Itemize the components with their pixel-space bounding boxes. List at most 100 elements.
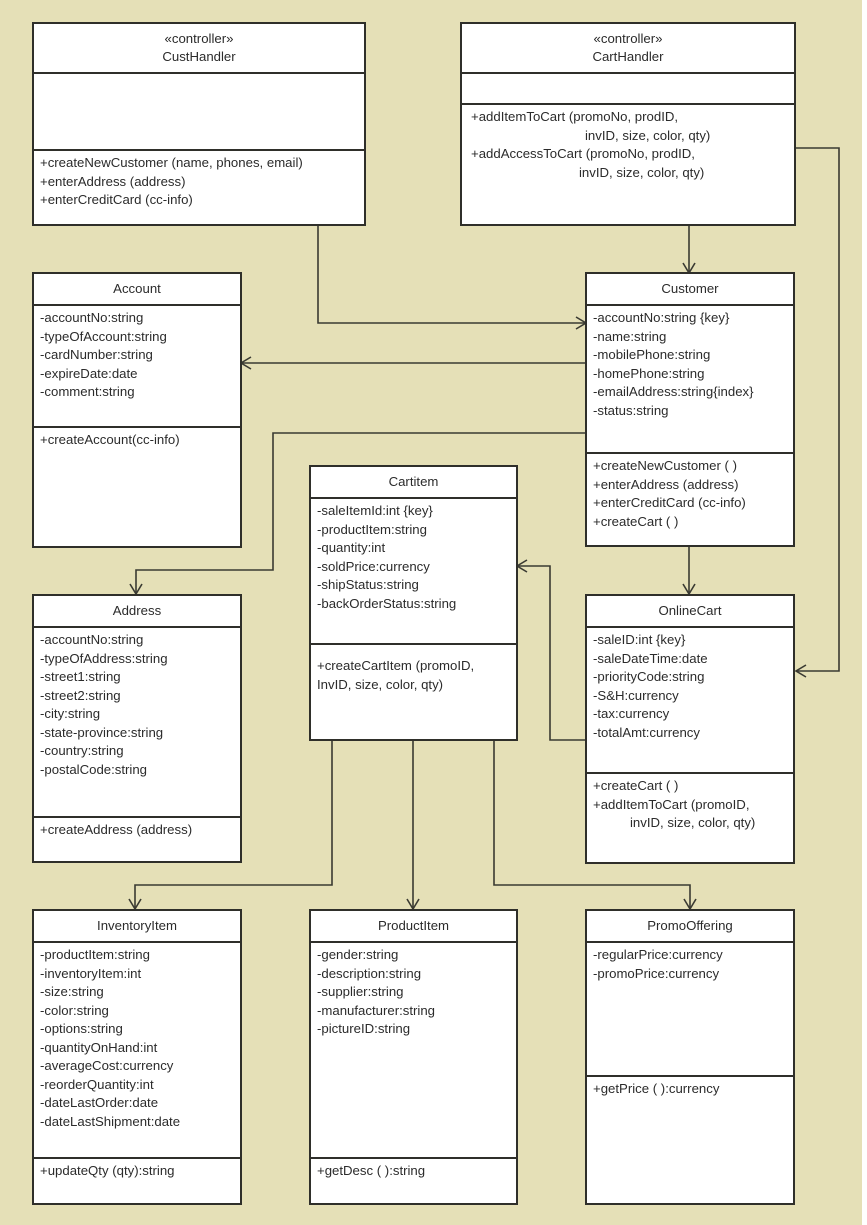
attribute: -status:string [593,402,669,418]
attribute: -soldPrice:currency [317,558,430,574]
class-operations: +addItemToCart (promoNo, prodID, invID, … [462,105,794,185]
class-operations: +getPrice ( ):currency [587,1077,793,1102]
attribute: -description:string [317,965,422,981]
class-operations: +updateQty (qty):string [34,1159,240,1184]
attribute: -expireDate:date [40,365,138,381]
class-header: «controller» CustHandler [34,24,364,74]
class-name: Account [113,280,161,296]
class-name: Cartitem [388,473,439,489]
class-attributes: -saleID:int {key} -saleDateTime:date -pr… [587,628,793,774]
class-stereotype: «controller» [164,30,234,46]
operation: +createCart ( ) [593,513,679,529]
class-operations: +createAddress (address) [34,818,240,843]
attribute: -backOrderStatus:string [317,595,457,611]
class-name: OnlineCart [658,602,722,618]
operation: +updateQty (qty):string [40,1163,175,1178]
attribute: -priorityCode:string [593,669,705,684]
attribute: -averageCost:currency [40,1058,174,1073]
attribute: -pictureID:string [317,1021,411,1036]
operation: +addItemToCart (promoID, [593,796,750,812]
attribute: -accountNo:string [40,632,144,647]
class-header: InventoryItem [34,911,240,943]
class-header: OnlineCart [587,596,793,628]
attribute: -promoPrice:currency [593,965,720,981]
class-address[interactable]: Address -accountNo:string -typeOfAddress… [32,594,242,863]
attribute: -emailAddress:string{index} [593,384,754,399]
attribute: -country:string [40,743,124,758]
class-custhandler[interactable]: «controller» CustHandler +createNewCusto… [32,22,366,226]
attribute: -accountNo:string [40,310,144,325]
class-header: Cartitem [311,467,516,499]
class-header: Account [34,274,240,306]
operation: +createNewCustomer ( ) [593,458,738,473]
attribute: -saleItemId:int {key} [317,503,433,518]
class-operations: +createAccount(cc-info) [34,428,240,453]
attribute: -totalAmt:currency [593,724,700,740]
class-operations: +createCart ( ) +addItemToCart (promoID,… [587,774,793,836]
attribute: -supplier:string [317,984,404,999]
class-account[interactable]: Account -accountNo:string -typeOfAccount… [32,272,242,548]
attribute: -typeOfAccount:string [40,328,167,344]
class-name: CustHandler [162,49,236,64]
operation: +createAddress (address) [40,822,193,837]
class-promooffering[interactable]: PromoOffering -regularPrice:currency -pr… [585,909,795,1205]
class-attributes: -accountNo:string {key} -name:string -mo… [587,306,793,454]
class-attributes: -gender:string -description:string -supp… [311,943,516,1159]
class-name: ProductItem [377,917,450,933]
class-name: Customer [661,280,719,296]
attribute: -color:string [40,1002,109,1018]
class-name: InventoryItem [97,917,177,933]
attribute: -saleID:int {key} [593,632,686,647]
attribute: -name:string [593,328,667,344]
class-header: «controller» CartHandler [462,24,794,74]
class-attributes: -productItem:string -inventoryItem:int -… [34,943,240,1159]
attribute: -regularPrice:currency [593,947,723,962]
operation-continuation: InvID, size, color, qty) [317,676,444,692]
class-attributes: -saleItemId:int {key} -productItem:strin… [311,499,516,645]
operation: +getPrice ( ):currency [593,1081,720,1096]
attribute: -state-province:string [40,724,164,740]
attribute: -street1:string [40,669,121,684]
attribute: -shipStatus:string [317,577,419,592]
operation: +createNewCustomer (name, phones, email) [40,155,303,170]
class-stereotype: «controller» [593,30,663,46]
operation: +enterCreditCard (cc-info) [593,495,746,510]
operation-continuation: invID, size, color, qty) [579,164,705,180]
attribute: -options:string [40,1021,123,1036]
class-cartitem[interactable]: Cartitem -saleItemId:int {key} -productI… [309,465,518,741]
class-attributes [34,74,364,151]
attribute: -reorderQuantity:int [40,1076,154,1092]
operation-continuation: invID, size, color, qty) [630,815,756,830]
class-header: Address [34,596,240,628]
operation: +createAccount(cc-info) [40,432,180,447]
class-header: Customer [587,274,793,306]
class-inventoryitem[interactable]: InventoryItem -productItem:string -inven… [32,909,242,1205]
attribute: -cardNumber:string [40,347,153,362]
attribute: -postalCode:string [40,761,148,777]
class-name: Address [112,602,162,618]
attribute: -quantity:int [317,540,386,555]
attribute: -dateLastOrder:date [40,1095,159,1110]
attribute: -comment:string [40,384,135,399]
class-carthandler[interactable]: «controller» CartHandler +addItemToCart … [460,22,796,226]
attribute: -productItem:string [40,947,150,962]
class-attributes: -accountNo:string -typeOfAddress:string … [34,628,240,818]
attribute: -mobilePhone:string [593,347,711,362]
operation: +addAccessToCart (promoNo, prodID, [471,146,695,161]
operation: +enterAddress (address) [593,476,739,492]
class-onlinecart[interactable]: OnlineCart -saleID:int {key} -saleDateTi… [585,594,795,864]
operation: +addItemToCart (promoNo, prodID, [471,109,679,124]
attribute: -street2:string [40,687,121,703]
operation: +createCart ( ) [593,778,679,793]
attribute: -size:string [40,984,104,999]
class-header: ProductItem [311,911,516,943]
class-productitem[interactable]: ProductItem -gender:string -description:… [309,909,518,1205]
attribute: -S&H:currency [593,687,679,703]
attribute: -tax:currency [593,706,670,721]
class-operations: +createNewCustomer ( ) +enterAddress (ad… [587,454,793,534]
class-name: PromoOffering [647,917,733,933]
operation: +enterCreditCard (cc-info) [40,192,193,207]
attribute: -quantityOnHand:int [40,1039,158,1055]
class-customer[interactable]: Customer -accountNo:string {key} -name:s… [585,272,795,547]
attribute: -productItem:string [317,521,427,537]
